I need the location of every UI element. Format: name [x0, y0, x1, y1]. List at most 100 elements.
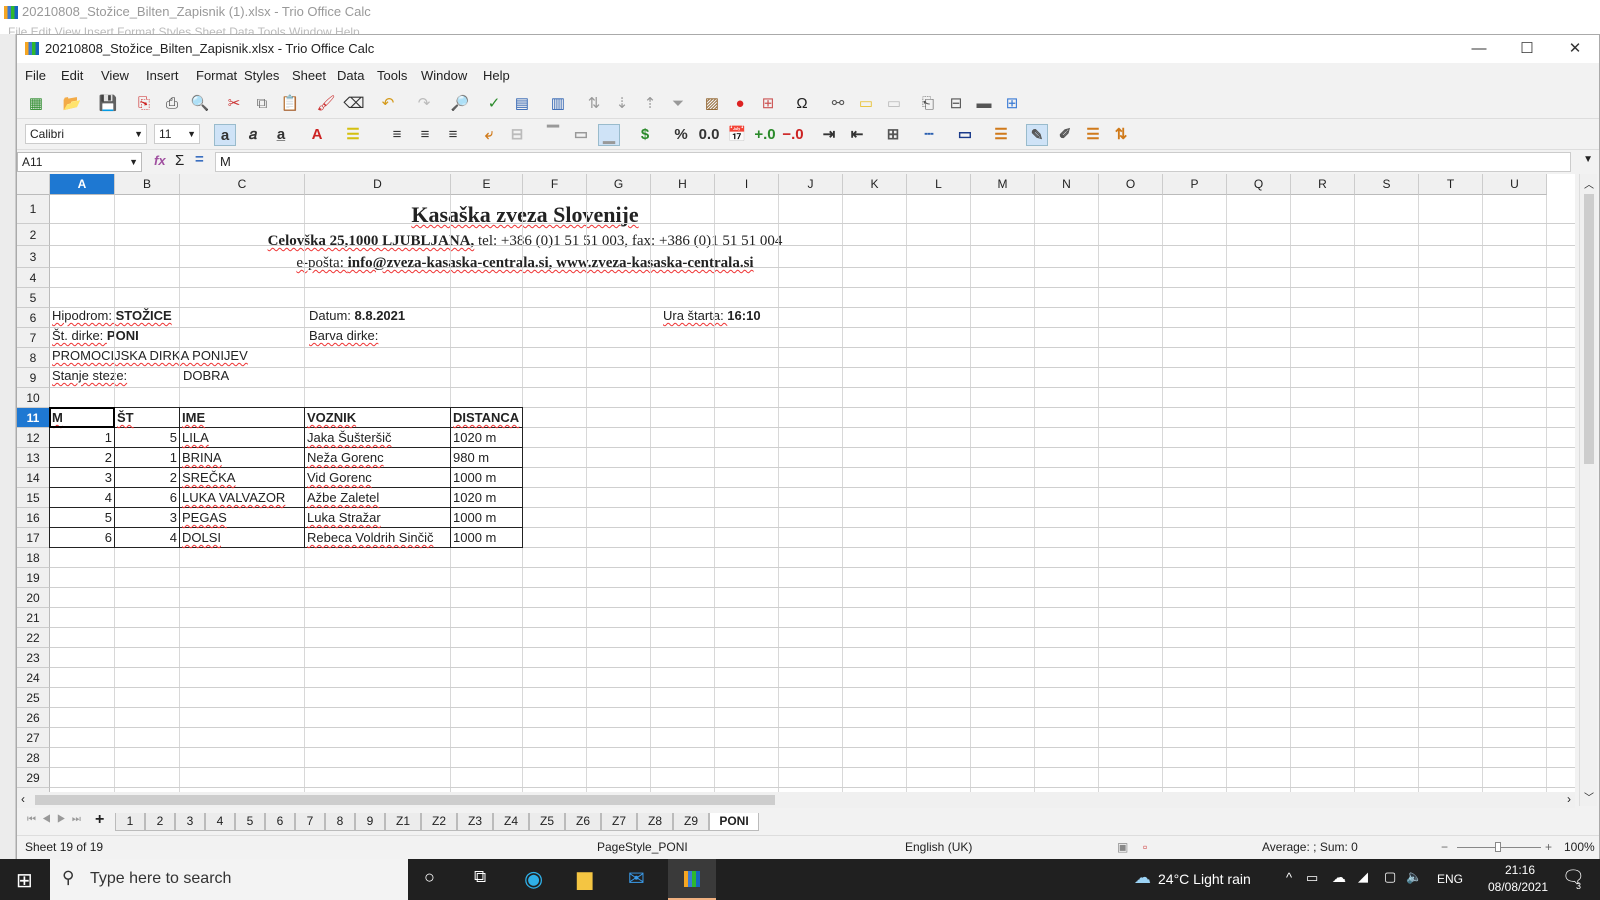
active-cell-cursor[interactable]: [49, 407, 115, 428]
merge-cells-icon[interactable]: ⊟: [506, 124, 528, 146]
currency-icon[interactable]: $: [634, 124, 656, 146]
volume-icon[interactable]: 🔈: [1406, 869, 1422, 885]
font-name-select[interactable]: Calibri ▼: [25, 124, 147, 144]
row-header-4[interactable]: 4: [17, 268, 50, 288]
menu-help[interactable]: Help: [483, 68, 510, 83]
sheet-tab-z3[interactable]: Z3: [457, 813, 493, 831]
horizontal-scrollbar[interactable]: ‹ ›: [17, 792, 1575, 808]
table-header-distanca[interactable]: DISTANCA: [453, 410, 519, 425]
column-header-I[interactable]: I: [715, 174, 779, 195]
sort-order-icon[interactable]: ⇅: [1110, 124, 1132, 146]
split-window-icon[interactable]: ▬: [973, 93, 995, 115]
hyperlink-icon[interactable]: ⚯: [827, 93, 849, 115]
network-icon[interactable]: ◢: [1358, 869, 1368, 885]
name-box[interactable]: A11 ▼: [17, 152, 142, 172]
row-header-12[interactable]: 12: [17, 428, 50, 448]
row-header-3[interactable]: 3: [17, 246, 50, 268]
table-cell[interactable]: PEGAS: [182, 510, 227, 525]
row-header-20[interactable]: 20: [17, 588, 50, 608]
table-cell[interactable]: Neža Gorenc: [307, 450, 384, 465]
cortana-icon[interactable]: ○: [424, 867, 435, 888]
column-header-S[interactable]: S: [1355, 174, 1419, 195]
sheet-tab-z4[interactable]: Z4: [493, 813, 529, 831]
onedrive-icon[interactable]: ☁: [1332, 869, 1346, 886]
export-pdf-icon[interactable]: ⎘: [133, 93, 155, 115]
taskbar-search[interactable]: ⚲ Type here to search: [50, 859, 408, 900]
find-replace-icon[interactable]: 🔎: [449, 93, 471, 115]
spreadsheet-grid[interactable]: Kasaška zveza Slovenije Celovška 25,1000…: [17, 174, 1575, 806]
table-cell[interactable]: Vid Gorenc: [307, 470, 372, 485]
table-cell[interactable]: 1020 m: [453, 490, 496, 505]
wrap-text-icon[interactable]: ⤶: [478, 124, 500, 146]
bold-icon[interactable]: a: [214, 124, 236, 146]
edge-icon[interactable]: ◉: [524, 866, 543, 892]
align-top-icon[interactable]: ▔: [542, 124, 564, 146]
row-header-5[interactable]: 5: [17, 288, 50, 308]
menu-file[interactable]: File: [25, 68, 46, 83]
border-style-icon[interactable]: ┄: [918, 124, 940, 146]
copy-icon[interactable]: ⧉: [251, 93, 273, 115]
table-cell[interactable]: Ažbe Zaletel: [307, 490, 379, 505]
zoom-level[interactable]: 100%: [1564, 836, 1595, 858]
formula-input[interactable]: M: [215, 152, 1571, 172]
sheet-tab-4[interactable]: 4: [205, 813, 235, 831]
scroll-right-icon[interactable]: ›: [1567, 792, 1571, 806]
column-icon[interactable]: ▥: [547, 93, 569, 115]
menu-window[interactable]: Window: [421, 68, 467, 83]
zoom-out-icon[interactable]: −: [1441, 836, 1448, 858]
column-header-D[interactable]: D: [305, 174, 451, 195]
zoom-in-icon[interactable]: +: [1545, 836, 1552, 858]
sheet-tab-7[interactable]: 7: [295, 813, 325, 831]
row-header-17[interactable]: 17: [17, 528, 50, 548]
column-header-T[interactable]: T: [1419, 174, 1483, 195]
show-hidden-icons[interactable]: ^: [1286, 870, 1292, 885]
row-header-27[interactable]: 27: [17, 728, 50, 748]
scroll-up-icon[interactable]: ︿: [1584, 176, 1594, 191]
row-header-18[interactable]: 18: [17, 548, 50, 568]
sum-icon[interactable]: Σ: [175, 152, 184, 169]
scroll-left-icon[interactable]: ‹: [21, 792, 25, 806]
sheet-tab-6[interactable]: 6: [265, 813, 295, 831]
clone-format-icon[interactable]: 🖌: [315, 93, 337, 115]
sheet-tab-8[interactable]: 8: [325, 813, 355, 831]
borders-icon[interactable]: ⊞: [882, 124, 904, 146]
number-format-icon[interactable]: 0.0: [698, 124, 720, 146]
table-cell[interactable]: 2: [115, 470, 177, 485]
show-draw-icon[interactable]: ⊞: [1001, 93, 1023, 115]
table-cell[interactable]: 3: [50, 470, 112, 485]
table-header-voznik[interactable]: VOZNIK: [307, 410, 356, 425]
table-cell[interactable]: 1000 m: [453, 470, 496, 485]
table-header-ime[interactable]: IME: [182, 410, 205, 425]
menu-sheet[interactable]: Sheet: [292, 68, 326, 83]
sheet-tab-2[interactable]: 2: [145, 813, 175, 831]
sheet-tab-1[interactable]: 1: [115, 813, 145, 831]
column-header-N[interactable]: N: [1035, 174, 1099, 195]
table-cell[interactable]: LILA: [182, 430, 209, 445]
paste-icon[interactable]: 📋: [279, 93, 301, 115]
align-center-icon[interactable]: ≡: [414, 124, 436, 146]
table-cell[interactable]: 980 m: [453, 450, 489, 465]
autofilter-icon[interactable]: ⏷: [667, 93, 689, 115]
column-header-P[interactable]: P: [1163, 174, 1227, 195]
sheet-tab-z2[interactable]: Z2: [421, 813, 457, 831]
vertical-scroll-thumb[interactable]: [1584, 194, 1594, 464]
row-header-25[interactable]: 25: [17, 688, 50, 708]
expand-formula-icon[interactable]: ▼: [1583, 154, 1593, 165]
increase-indent-icon[interactable]: ⇥: [818, 124, 840, 146]
image-icon[interactable]: ▨: [701, 93, 723, 115]
conditional-format-icon[interactable]: ☰: [990, 124, 1012, 146]
row-header-11[interactable]: 11: [17, 408, 50, 428]
table-cell[interactable]: 6: [50, 530, 112, 545]
row-header-19[interactable]: 19: [17, 568, 50, 588]
clear-format-icon[interactable]: ⌫: [343, 93, 365, 115]
table-cell[interactable]: 4: [115, 530, 177, 545]
table-cell[interactable]: Luka Stražar: [307, 510, 381, 525]
table-cell[interactable]: SREČKA: [182, 470, 235, 485]
align-right-icon[interactable]: ≡: [442, 124, 464, 146]
column-header-C[interactable]: C: [180, 174, 305, 195]
sort-ascending-icon[interactable]: ⇣: [611, 93, 633, 115]
table-cell[interactable]: BRINA: [182, 450, 222, 465]
notification-icon[interactable]: 🗨: [1562, 867, 1585, 888]
table-cell[interactable]: 5: [50, 510, 112, 525]
row-header-23[interactable]: 23: [17, 648, 50, 668]
